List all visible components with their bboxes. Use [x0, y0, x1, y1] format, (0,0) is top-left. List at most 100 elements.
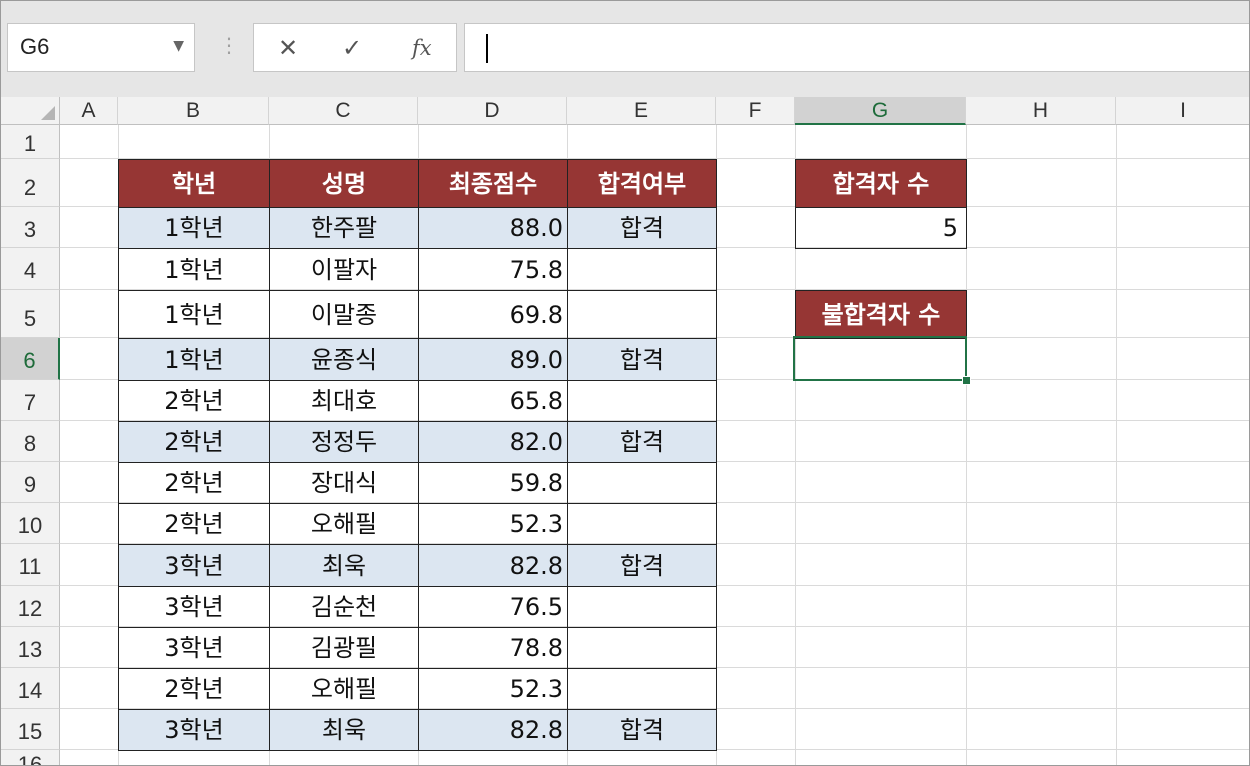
pass-count-label[interactable]: 합격자 수 [795, 159, 967, 208]
column-header-b[interactable]: B [118, 97, 269, 125]
cell-name[interactable]: 윤종식 [269, 338, 419, 381]
row-header-12[interactable]: 12 [1, 586, 60, 627]
column-header-f[interactable]: F [716, 97, 795, 125]
cell-score[interactable]: 89.0 [418, 338, 568, 381]
chevron-down-icon[interactable]: ▼ [173, 38, 184, 54]
cell-result[interactable] [567, 586, 717, 628]
cell-name[interactable]: 한주팔 [269, 207, 419, 249]
cell-name[interactable]: 오해필 [269, 668, 419, 710]
row-header-8[interactable]: 8 [1, 421, 60, 462]
column-header-e[interactable]: E [567, 97, 716, 125]
cell-score[interactable]: 52.3 [418, 668, 568, 710]
cell-score[interactable]: 75.8 [418, 248, 568, 291]
cell-name[interactable]: 최욱 [269, 709, 419, 751]
cell-score[interactable]: 65.8 [418, 380, 568, 422]
table-header-score[interactable]: 최종점수 [418, 159, 568, 208]
check-icon[interactable]: ✓ [342, 34, 362, 62]
active-cell-selection [793, 336, 967, 381]
cell-result[interactable] [567, 462, 717, 504]
name-box-value: G6 [20, 34, 50, 59]
cell-score[interactable]: 82.0 [418, 421, 568, 463]
cell-grade[interactable]: 3학년 [118, 627, 270, 669]
spreadsheet-window: G6 ▼ ⋮ ✕ ✓ fx A B C D E F G H I 1 2 3 4 … [0, 0, 1250, 766]
column-header-c[interactable]: C [269, 97, 418, 125]
cell-score[interactable]: 78.8 [418, 627, 568, 669]
cell-name[interactable]: 이팔자 [269, 248, 419, 291]
row-header-13[interactable]: 13 [1, 627, 60, 668]
cell-result[interactable] [567, 503, 717, 545]
column-header-i[interactable]: I [1116, 97, 1249, 125]
row-header-3[interactable]: 3 [1, 207, 60, 248]
table-header-result[interactable]: 합격여부 [567, 159, 717, 208]
formula-input[interactable] [464, 23, 1249, 72]
cell-name[interactable]: 김순천 [269, 586, 419, 628]
name-box[interactable]: G6 ▼ [7, 23, 195, 72]
fail-count-label[interactable]: 불합격자 수 [795, 290, 967, 339]
cell-name[interactable]: 이말종 [269, 290, 419, 339]
cell-grade[interactable]: 1학년 [118, 338, 270, 381]
gridline [1116, 125, 1117, 765]
cell-name[interactable]: 정정두 [269, 421, 419, 463]
row-header-6[interactable]: 6 [1, 338, 60, 380]
cell-result[interactable]: 합격 [567, 421, 717, 463]
cell-name[interactable]: 최욱 [269, 544, 419, 587]
formula-bar-splitter[interactable]: ⋮ [219, 33, 239, 57]
cell-grade[interactable]: 2학년 [118, 503, 270, 545]
row-header-16[interactable]: 16 [1, 750, 60, 765]
cancel-icon[interactable]: ✕ [278, 34, 298, 62]
cell-grade[interactable]: 3학년 [118, 709, 270, 751]
cell-name[interactable]: 장대식 [269, 462, 419, 504]
column-header-h[interactable]: H [966, 97, 1116, 125]
cell-result[interactable] [567, 627, 717, 669]
cell-score[interactable]: 69.8 [418, 290, 568, 339]
row-header-4[interactable]: 4 [1, 248, 60, 290]
cell-name[interactable]: 오해필 [269, 503, 419, 545]
cell-result[interactable] [567, 290, 717, 339]
cell-score[interactable]: 82.8 [418, 709, 568, 751]
cell-score[interactable]: 59.8 [418, 462, 568, 504]
row-header-5[interactable]: 5 [1, 290, 60, 338]
cell-result[interactable]: 합격 [567, 709, 717, 751]
select-all-triangle-icon [41, 106, 55, 120]
cell-result[interactable] [567, 248, 717, 291]
insert-function-icon[interactable]: fx [412, 36, 432, 60]
cell-grade[interactable]: 2학년 [118, 380, 270, 422]
row-header-11[interactable]: 11 [1, 544, 60, 586]
cell-grade[interactable]: 3학년 [118, 586, 270, 628]
cell-result[interactable] [567, 380, 717, 422]
row-header-7[interactable]: 7 [1, 380, 60, 421]
row-header-14[interactable]: 14 [1, 668, 60, 709]
formula-bar: G6 ▼ ⋮ ✕ ✓ fx [1, 1, 1249, 97]
cell-grade[interactable]: 1학년 [118, 207, 270, 249]
column-header-a[interactable]: A [60, 97, 118, 125]
cell-result[interactable]: 합격 [567, 544, 717, 587]
cell-name[interactable]: 김광필 [269, 627, 419, 669]
cell-grade[interactable]: 2학년 [118, 462, 270, 504]
cell-name[interactable]: 최대호 [269, 380, 419, 422]
table-header-name[interactable]: 성명 [269, 159, 419, 208]
table-header-grade[interactable]: 학년 [118, 159, 270, 208]
cell-grade[interactable]: 2학년 [118, 668, 270, 710]
cell-result[interactable]: 합격 [567, 338, 717, 381]
cell-grade[interactable]: 1학년 [118, 290, 270, 339]
cell-grade[interactable]: 1학년 [118, 248, 270, 291]
row-header-15[interactable]: 15 [1, 709, 60, 750]
cell-score[interactable]: 88.0 [418, 207, 568, 249]
cell-score[interactable]: 76.5 [418, 586, 568, 628]
row-header-1[interactable]: 1 [1, 125, 60, 159]
text-caret [486, 34, 488, 63]
select-all-button[interactable] [1, 97, 60, 125]
row-header-9[interactable]: 9 [1, 462, 60, 503]
column-header-d[interactable]: D [418, 97, 567, 125]
cell-score[interactable]: 52.3 [418, 503, 568, 545]
pass-count-value[interactable]: 5 [795, 207, 967, 249]
column-header-g[interactable]: G [795, 97, 966, 125]
cell-result[interactable]: 합격 [567, 207, 717, 249]
cell-grade[interactable]: 3학년 [118, 544, 270, 587]
fill-handle[interactable] [962, 376, 971, 385]
row-header-2[interactable]: 2 [1, 159, 60, 207]
cell-result[interactable] [567, 668, 717, 710]
cell-grade[interactable]: 2학년 [118, 421, 270, 463]
cell-score[interactable]: 82.8 [418, 544, 568, 587]
row-header-10[interactable]: 10 [1, 503, 60, 544]
